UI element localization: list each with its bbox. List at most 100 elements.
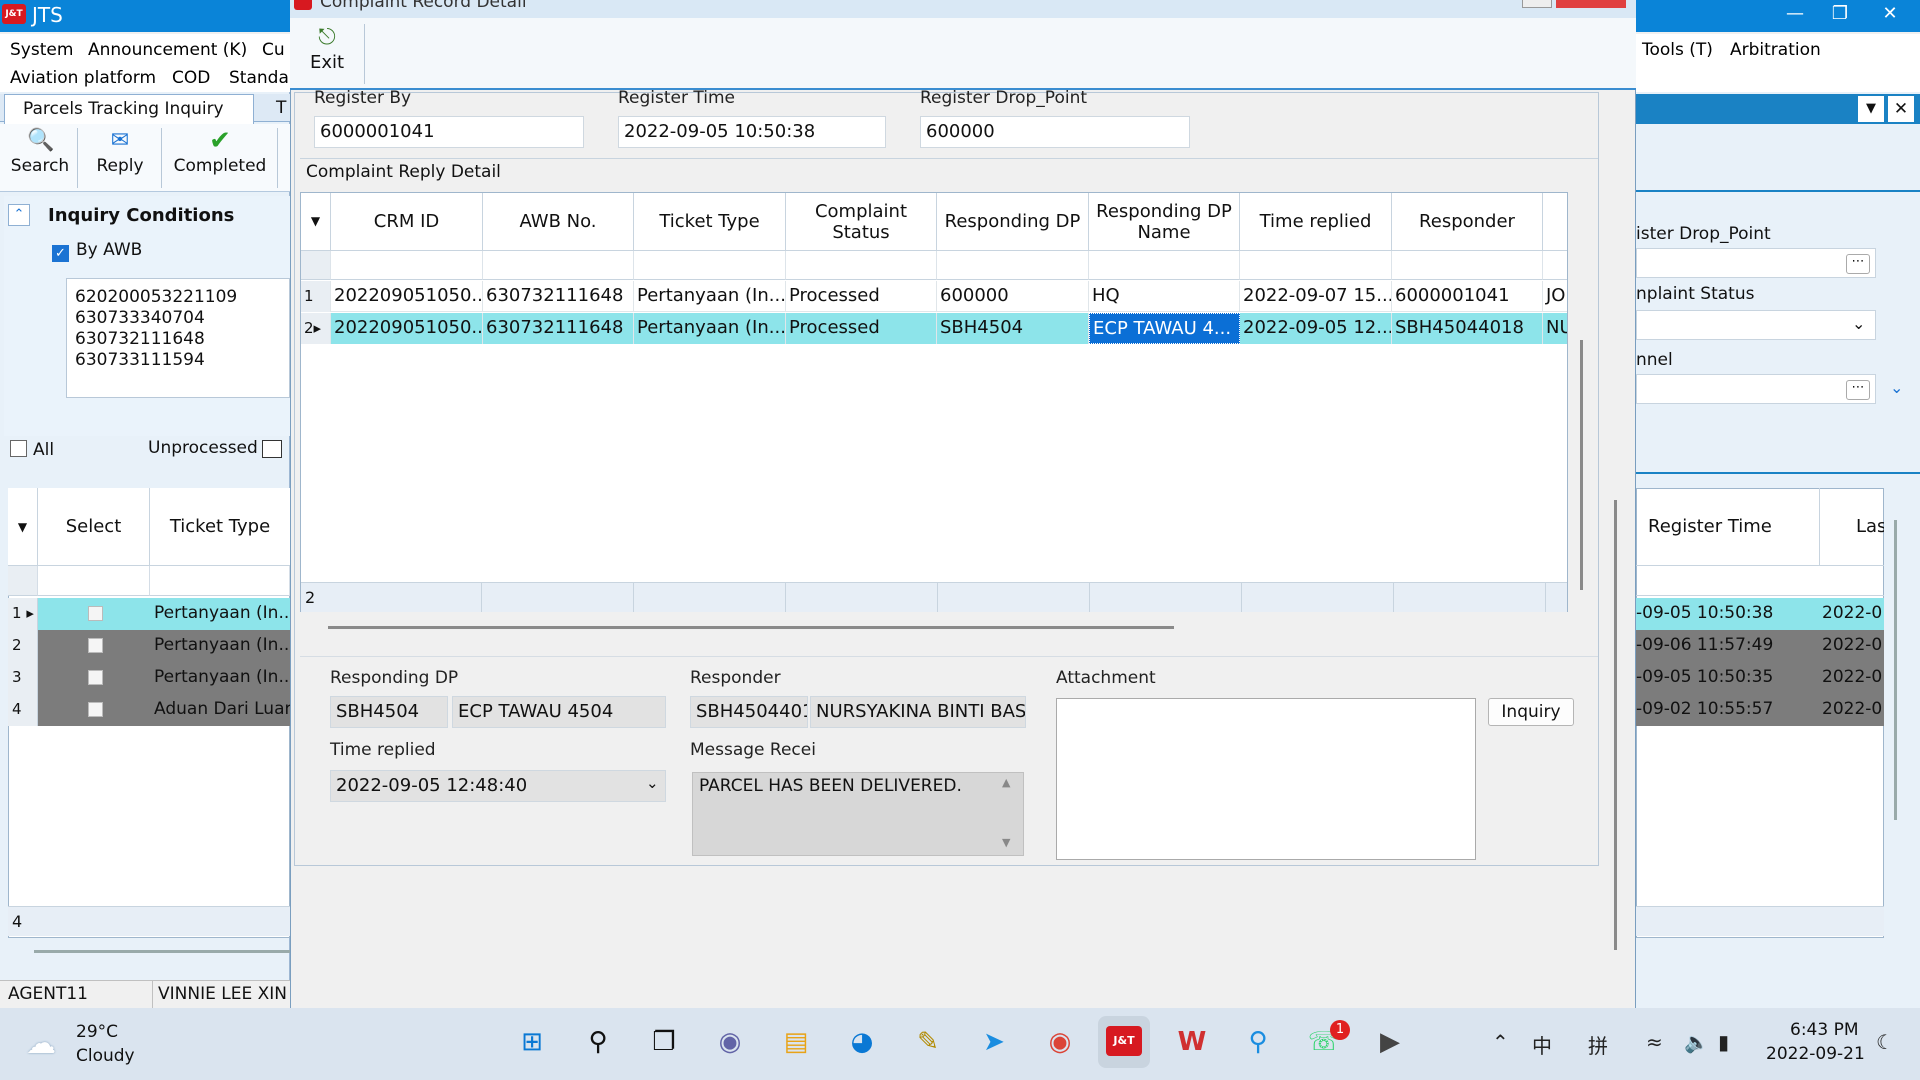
- close-button[interactable]: ✕: [1860, 0, 1920, 30]
- scroll-down-icon[interactable]: ▼: [1002, 836, 1010, 849]
- exit-button[interactable]: ⎋ Exit: [304, 24, 350, 84]
- task-view-icon[interactable]: ❐: [644, 1022, 684, 1062]
- col-more[interactable]: [1543, 193, 1567, 251]
- filter-cell[interactable]: [1543, 251, 1567, 280]
- col-select[interactable]: Select: [38, 488, 150, 566]
- dialog-close-button[interactable]: [1556, 0, 1626, 8]
- media-player-icon[interactable]: ▶: [1370, 1022, 1410, 1062]
- message-textarea[interactable]: PARCEL HAS BEEN DELIVERED.: [692, 772, 1024, 856]
- table-row[interactable]: 1 ▸ Pertanyaan (In...: [8, 598, 290, 630]
- chevron-down-icon[interactable]: ⌄: [1890, 378, 1903, 397]
- cloud-icon[interactable]: ☁: [26, 1026, 56, 1061]
- register-time-field[interactable]: 2022-09-05 10:50:38: [618, 116, 886, 148]
- col-ticket-type[interactable]: Ticket Type: [150, 488, 290, 566]
- register-by-field[interactable]: 6000001041: [314, 116, 584, 148]
- reply-button[interactable]: ✉ Reply: [84, 128, 156, 188]
- right-filter-row[interactable]: [1636, 566, 1884, 596]
- complaint-status-select[interactable]: [1636, 310, 1876, 340]
- col-responder[interactable]: Responder: [1392, 193, 1543, 251]
- chat-icon[interactable]: ◉: [710, 1022, 750, 1062]
- filter-cell[interactable]: [1240, 251, 1392, 280]
- filter-cell[interactable]: [786, 251, 937, 280]
- table-row[interactable]: 2 Pertanyaan (In...: [8, 630, 290, 662]
- row-checkbox[interactable]: [88, 606, 103, 621]
- register-dp-field[interactable]: 600000: [920, 116, 1190, 148]
- edge-icon[interactable]: ◕: [842, 1022, 882, 1062]
- chrome-icon[interactable]: ◉: [1040, 1022, 1080, 1062]
- col-responding-dp-name[interactable]: Responding DP Name: [1089, 193, 1240, 251]
- filter-cell[interactable]: [937, 251, 1089, 280]
- table-row[interactable]: 1 202209051050... 630732111648 Pertanyaa…: [301, 281, 1567, 312]
- attachment-box[interactable]: [1056, 698, 1476, 860]
- table-row[interactable]: -09-06 11:57:49 2022-0: [1636, 630, 1884, 662]
- volume-icon[interactable]: 🔈: [1684, 1030, 1709, 1054]
- filter-select[interactable]: [38, 566, 150, 596]
- ellipsis-icon[interactable]: ⋯: [1846, 254, 1870, 274]
- col-responding-dp[interactable]: Responding DP: [937, 193, 1089, 251]
- restore-button[interactable]: ❐: [1820, 0, 1860, 30]
- grid-menu-icon[interactable]: ▼: [301, 193, 331, 251]
- completed-button[interactable]: ✔ Completed: [166, 128, 274, 188]
- windows-start-icon[interactable]: ⊞: [512, 1022, 552, 1062]
- filter-cell[interactable]: [634, 251, 786, 280]
- app-icon[interactable]: ✎: [908, 1022, 948, 1062]
- menu-tools[interactable]: Tools (T): [1642, 40, 1713, 60]
- col-last[interactable]: Las: [1820, 488, 1884, 566]
- search-icon[interactable]: ⚲: [578, 1022, 618, 1062]
- chevron-down-icon[interactable]: ⌄: [1852, 314, 1865, 333]
- ime-chinese[interactable]: 中: [1532, 1030, 1552, 1059]
- weather-temp[interactable]: 29°C: [76, 1022, 118, 1042]
- row-checkbox[interactable]: [88, 702, 103, 717]
- clock-date[interactable]: 2022-09-21: [1766, 1044, 1865, 1064]
- chevron-up-icon[interactable]: ⌃: [1492, 1030, 1509, 1054]
- wps-icon[interactable]: W: [1172, 1022, 1212, 1062]
- filter-cell[interactable]: [331, 251, 483, 280]
- tab-parcels-tracking[interactable]: Parcels Tracking Inquiry: [4, 94, 254, 124]
- close-icon[interactable]: ✕: [1888, 96, 1914, 122]
- col-awb-no[interactable]: AWB No.: [483, 193, 634, 251]
- table-row-selected[interactable]: 2▸ 202209051050... 630732111648 Pertanya…: [301, 313, 1567, 344]
- weather-desc[interactable]: Cloudy: [76, 1046, 135, 1066]
- by-awb-checkbox[interactable]: ✓: [52, 240, 69, 262]
- menu-cu[interactable]: Cu: [262, 40, 285, 60]
- tab-next[interactable]: T: [276, 98, 286, 118]
- col-complaint-status[interactable]: Complaint Status: [786, 193, 937, 251]
- inquiry-button[interactable]: Inquiry: [1488, 698, 1574, 726]
- row-checkbox[interactable]: [88, 638, 103, 653]
- menu-standa[interactable]: Standa: [229, 68, 289, 88]
- grid-menu-icon[interactable]: ▼: [8, 488, 38, 566]
- col-time-replied[interactable]: Time replied: [1240, 193, 1392, 251]
- file-explorer-icon[interactable]: ▤: [776, 1022, 816, 1062]
- row-checkbox[interactable]: [88, 670, 103, 685]
- register-drop-point-input[interactable]: [1636, 248, 1876, 278]
- table-row[interactable]: -09-05 10:50:35 2022-0: [1636, 662, 1884, 694]
- dialog-minimize-button[interactable]: [1522, 0, 1552, 8]
- battery-icon[interactable]: ▮: [1718, 1030, 1729, 1054]
- ime-pinyin[interactable]: 拼: [1588, 1030, 1608, 1059]
- collapse-chevron-icon[interactable]: ⌃: [8, 204, 30, 226]
- col-register-time[interactable]: Register Time: [1636, 488, 1820, 566]
- dialog-vertical-scrollbar[interactable]: [1614, 500, 1617, 950]
- dropdown-arrow-icon[interactable]: ▼: [1858, 96, 1884, 122]
- table-row[interactable]: -09-05 10:50:38 2022-0: [1636, 598, 1884, 630]
- menu-announcement[interactable]: Announcement (K): [88, 40, 247, 60]
- filter-ticket-type[interactable]: [150, 566, 290, 596]
- horizontal-scrollbar[interactable]: [328, 626, 1174, 629]
- menu-cod[interactable]: COD: [172, 68, 210, 88]
- filter-cell[interactable]: [1089, 251, 1240, 280]
- clock-time[interactable]: 6:43 PM: [1790, 1020, 1859, 1040]
- filter-cell[interactable]: [483, 251, 634, 280]
- awb-list-textarea[interactable]: 620200053221109 630733340704 63073211164…: [66, 278, 290, 398]
- chevron-down-icon[interactable]: ⌄: [646, 774, 659, 792]
- menu-system[interactable]: System: [10, 40, 73, 60]
- search-button[interactable]: 🔍 Search: [6, 128, 74, 188]
- scroll-up-icon[interactable]: ▲: [1002, 776, 1010, 789]
- table-row[interactable]: -09-02 10:55:57 2022-0: [1636, 694, 1884, 726]
- messenger-icon[interactable]: ➤: [974, 1022, 1014, 1062]
- moon-icon[interactable]: ☾: [1876, 1030, 1894, 1054]
- menu-aviation[interactable]: Aviation platform: [10, 68, 156, 88]
- jts-app-icon[interactable]: J&T: [1098, 1016, 1150, 1068]
- filter-cell[interactable]: [1392, 251, 1543, 280]
- col-crm-id[interactable]: CRM ID: [331, 193, 483, 251]
- wifi-icon[interactable]: ≈: [1646, 1030, 1663, 1054]
